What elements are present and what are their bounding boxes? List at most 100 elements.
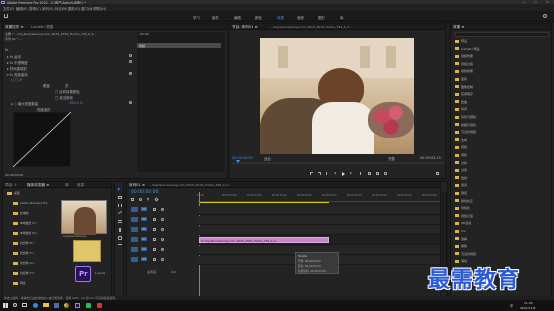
windows-start-icon[interactable]	[3, 303, 8, 308]
folder-tree-item[interactable]: Adobe Premiere Pro	[20, 201, 48, 205]
folder-tree-item[interactable]: 新加卷 (E:)	[20, 241, 34, 245]
lock-icon[interactable]	[153, 217, 156, 221]
effects-list-item[interactable]: 扭曲	[461, 100, 467, 104]
time-ruler[interactable]: 00:00 00:00:05:00 00:00:10:00 00:00:15:00 00…	[197, 192, 447, 202]
lock-icon[interactable]	[153, 207, 156, 211]
effects-list-item[interactable]: 图像控制	[461, 85, 473, 89]
invert-checkbox[interactable]: □ 反转效果颜色	[55, 89, 80, 94]
effects-list-item[interactable]: 音频过渡	[461, 62, 473, 66]
program-source-title[interactable]: ...img.tenorsanvng.com_2015_2016_Hunhs_7…	[270, 25, 352, 29]
mute-icon[interactable]	[161, 247, 164, 251]
folder-tree-item[interactable]: 此电脑	[20, 211, 28, 215]
snap-icon[interactable]	[131, 198, 134, 201]
input-method-indicator[interactable]: 中	[510, 303, 513, 308]
workspace-graphics[interactable]: 图形	[318, 15, 325, 20]
current-frame-checkbox[interactable]: □ 将当前帧	[55, 95, 73, 100]
lock-icon[interactable]	[153, 237, 156, 241]
go-to-in-icon[interactable]	[326, 172, 329, 175]
effects-list-item[interactable]: 过渡	[461, 168, 467, 172]
effects-list-item[interactable]: 模糊与锐化	[461, 123, 476, 127]
media-thumb-2[interactable]	[73, 240, 101, 262]
effects-list-item[interactable]: 过时	[461, 161, 467, 165]
track-target-toggle[interactable]	[131, 227, 138, 232]
track-target-toggle[interactable]	[131, 207, 138, 212]
luma-curve-graph[interactable]	[13, 112, 71, 167]
workspace-libraries[interactable]: 库	[340, 15, 343, 20]
menu-graphics[interactable]: 图形(G)	[68, 6, 80, 11]
chrome-icon[interactable]	[64, 302, 69, 308]
effects-list-item[interactable]: 键控	[461, 191, 467, 195]
mute-icon[interactable]	[161, 257, 164, 261]
media-thumb-1[interactable]	[61, 200, 107, 235]
track-name[interactable]: V1	[141, 227, 147, 231]
store-icon[interactable]	[54, 303, 59, 308]
timeline-timecode[interactable]: 00:00:00:00	[131, 190, 158, 195]
folder-tree-item[interactable]: 网络	[20, 281, 26, 285]
work-area-bar[interactable]	[199, 202, 329, 203]
reset-icon[interactable]	[129, 54, 132, 57]
add-marker-icon[interactable]	[147, 198, 149, 201]
mark-out-icon[interactable]	[318, 172, 321, 175]
folder-tree-item[interactable]: 新加卷 (H:)	[20, 271, 35, 275]
taskbar-search-icon[interactable]	[13, 303, 17, 307]
track-select-tool-icon[interactable]	[118, 196, 122, 199]
tab-lumetri-scopes[interactable]: Lumetri 范围	[31, 25, 53, 30]
program-title[interactable]: 节目: 序列01 ≡	[232, 25, 257, 30]
wrench-icon[interactable]	[154, 197, 159, 202]
clip-bar[interactable]: 视频	[137, 43, 221, 48]
workspace-effects[interactable]: 效果	[277, 15, 284, 20]
premiere-taskbar-icon[interactable]	[75, 302, 80, 308]
eye-icon[interactable]	[161, 217, 164, 221]
effects-list-item[interactable]: 风格化	[461, 206, 470, 210]
tab-media-browser[interactable]: 媒体浏览器 ≡	[27, 183, 49, 188]
menu-marker[interactable]: 标记(M)	[55, 6, 67, 11]
menu-sequence[interactable]: 序列(S)	[42, 6, 54, 11]
tab-info[interactable]: 信息	[77, 183, 84, 188]
slip-tool-icon[interactable]	[118, 220, 122, 223]
step-back-icon[interactable]	[334, 172, 336, 174]
effects-list-item[interactable]: 杂色与颗粒	[461, 115, 476, 119]
selection-tool-icon[interactable]	[118, 188, 120, 191]
razor-tool-icon[interactable]	[118, 211, 122, 214]
play-icon[interactable]	[342, 171, 345, 176]
track-name[interactable]: A2	[141, 247, 147, 251]
workspace-audio[interactable]: 音频	[297, 15, 304, 20]
menu-window[interactable]: 窗口(W)	[81, 6, 94, 11]
effects-list-item[interactable]: 3D运动	[461, 221, 471, 225]
track-target-toggle[interactable]	[131, 237, 138, 242]
effects-list-item[interactable]: 音频效果	[461, 54, 473, 58]
tab-effect-controls[interactable]: 效果控件 ≡	[5, 25, 24, 30]
folder-tree-item[interactable]: 本地磁盘 (C:)	[20, 221, 37, 225]
effects-list-item[interactable]: 擦除	[461, 244, 467, 248]
project-file-icon[interactable]: Pr	[75, 266, 91, 282]
track-lane[interactable]	[197, 226, 447, 235]
track-target-toggle[interactable]	[131, 257, 138, 262]
mute-icon[interactable]	[161, 237, 164, 241]
hand-tool-icon[interactable]	[118, 236, 122, 240]
tab-project[interactable]: 项目: 1	[5, 183, 17, 188]
lock-icon[interactable]	[153, 257, 156, 261]
effects-list-item[interactable]: 沉浸式视频	[461, 130, 476, 134]
lock-icon[interactable]	[153, 227, 156, 231]
folder-tree-item[interactable]: 新加卷 (G:)	[20, 261, 35, 265]
effects-list-item[interactable]: 沉浸式视频	[461, 252, 476, 256]
track-lane[interactable]	[197, 216, 447, 225]
effects-list-item[interactable]: 生成	[461, 138, 467, 142]
timeline-sequence-tab[interactable]: 序列01 ≡	[129, 183, 145, 188]
extract-icon[interactable]	[376, 172, 379, 175]
track-lane[interactable]	[197, 206, 447, 215]
fx-mask-tools[interactable]: ○ □ ✐	[11, 78, 22, 82]
wechat-icon[interactable]	[86, 302, 91, 308]
effects-list-item[interactable]: 调整	[461, 153, 467, 157]
tab-libraries[interactable]: 库	[65, 183, 69, 188]
track-name[interactable]: V3	[141, 207, 147, 211]
lock-icon[interactable]	[153, 247, 156, 251]
folder-tree-item[interactable]: 新加卷 (F:)	[20, 251, 34, 255]
eye-icon[interactable]	[161, 227, 164, 231]
search-icon[interactable]	[543, 14, 547, 18]
effects-search-input[interactable]	[455, 32, 549, 37]
type-tool-icon[interactable]	[118, 244, 122, 248]
effects-list-item[interactable]: 预设	[461, 39, 467, 43]
track-target-toggle[interactable]	[131, 247, 138, 252]
workspace-color[interactable]: 颜色	[255, 15, 262, 20]
